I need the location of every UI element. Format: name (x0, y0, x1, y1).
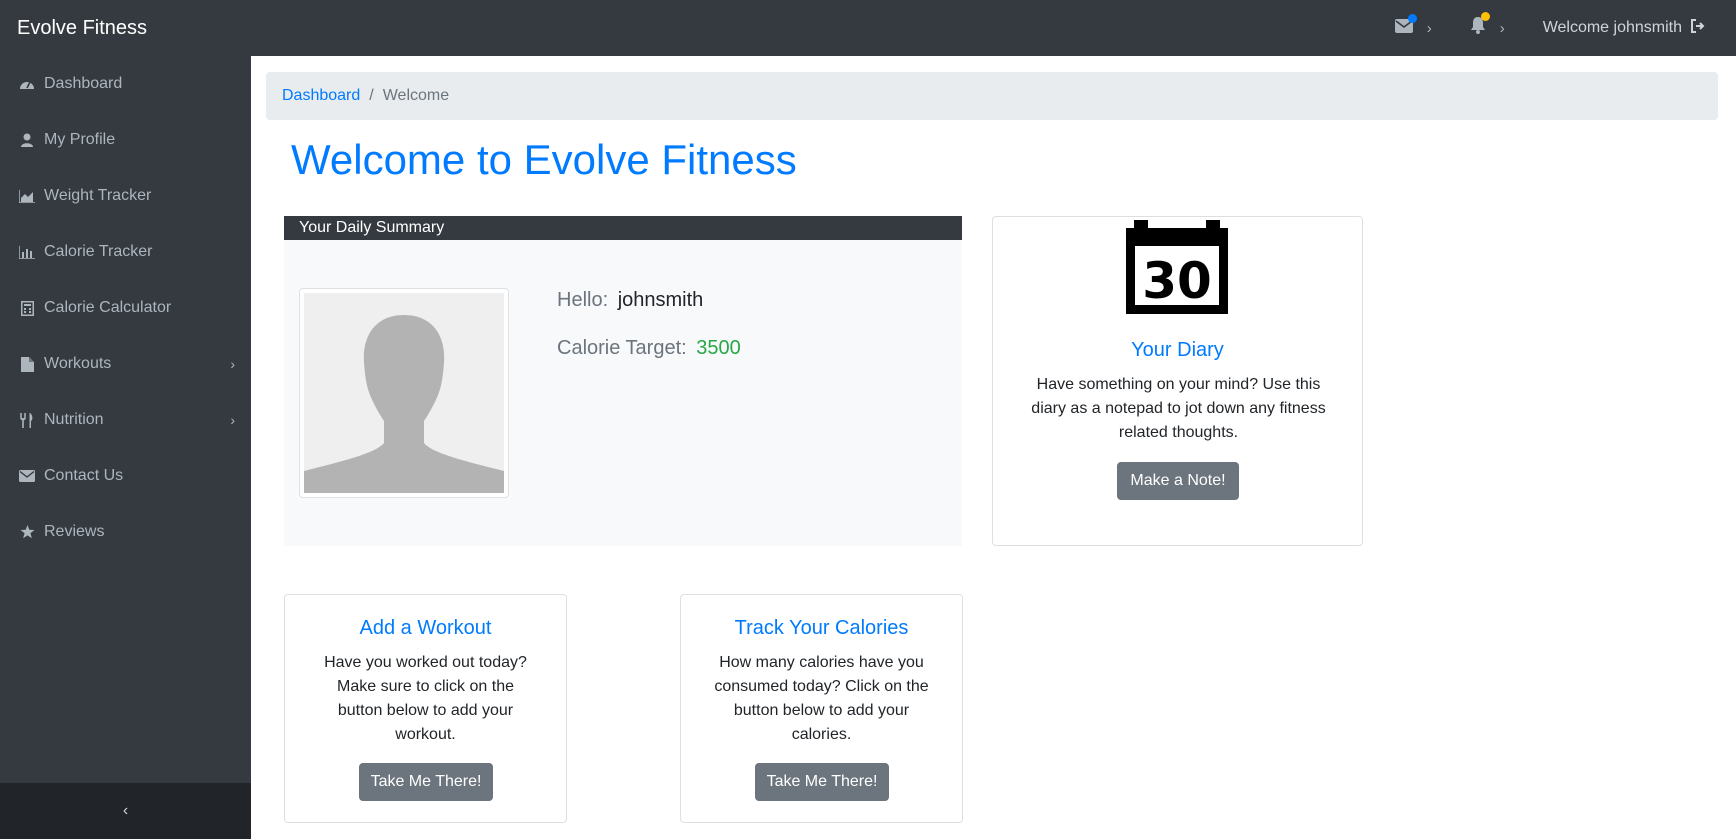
user-icon (18, 132, 36, 148)
hello-label: Hello: (557, 289, 609, 311)
sign-out-icon (1690, 18, 1706, 38)
track-calories-card: Track Your Calories How many calories ha… (680, 594, 963, 823)
calorie-target-label: Calorie Target: (557, 337, 687, 359)
chevron-right-icon: › (230, 412, 235, 428)
avatar-placeholder-image (304, 293, 504, 493)
user-menu[interactable]: Welcome johnsmith (1542, 18, 1706, 38)
dashboard-icon (18, 76, 36, 92)
sidebar-item-dashboard[interactable]: Dashboard (0, 56, 251, 112)
sidebar-item-label: Calorie Calculator (44, 299, 172, 316)
chevron-left-icon: ‹ (122, 802, 129, 819)
sidebar-item-contact-us[interactable]: Contact Us (0, 448, 251, 504)
notifications-badge-dot (1480, 12, 1490, 21)
make-note-button[interactable]: Make a Note! (1117, 462, 1239, 500)
top-navbar: Evolve Fitness › › Welcome johnsmith (0, 0, 1736, 56)
calorie-target-value: 3500 (696, 337, 741, 359)
sidebar-item-label: Dashboard (44, 75, 123, 92)
diary-description: Have something on your mind? Use this di… (1031, 376, 1326, 441)
track-calories-title: Track Your Calories (734, 617, 909, 639)
add-workout-title: Add a Workout (359, 617, 492, 639)
welcome-text: Welcome johnsmith (1542, 19, 1682, 36)
chevron-right-icon: › (1499, 19, 1505, 37)
sidebar-item-label: Workouts (44, 355, 112, 372)
navbar-right: › › Welcome johnsmith (1394, 0, 1706, 56)
area-chart-icon (18, 188, 36, 204)
sidebar-item-label: Nutrition (44, 411, 104, 428)
messages-menu[interactable]: › (1394, 13, 1432, 38)
sidebar-item-nutrition[interactable]: Nutrition › (0, 392, 251, 448)
sidebar-item-weight-tracker[interactable]: Weight Tracker (0, 168, 251, 224)
breadcrumb-dashboard-link[interactable]: Dashboard (282, 87, 360, 105)
breadcrumb: Dashboard / Welcome (266, 72, 1718, 120)
file-icon (18, 356, 36, 372)
calorie-target-line: Calorie Target: 3500 (557, 337, 741, 360)
daily-summary-panel: Your Daily Summary Hello: johnsmith Calo… (284, 216, 962, 546)
avatar (299, 288, 509, 498)
track-calories-take-me-there-button[interactable]: Take Me There! (755, 763, 889, 801)
track-calories-description: How many calories have you consumed toda… (714, 654, 929, 743)
cutlery-icon (18, 412, 36, 428)
sidebar-item-label: Weight Tracker (44, 187, 152, 204)
calendar-day-number: 30 (1142, 252, 1212, 310)
page-title: Welcome to Evolve Fitness (291, 136, 797, 183)
notifications-menu[interactable]: › (1470, 12, 1505, 39)
brand-title[interactable]: Evolve Fitness (17, 0, 147, 56)
add-workout-card: Add a Workout Have you worked out today?… (284, 594, 567, 823)
sidebar-item-reviews[interactable]: Reviews (0, 504, 251, 560)
diary-title: Your Diary (1131, 339, 1224, 361)
sidebar-item-label: My Profile (44, 131, 116, 148)
sidebar-item-calorie-tracker[interactable]: Calorie Tracker (0, 224, 251, 280)
daily-summary-header: Your Daily Summary (284, 216, 962, 240)
add-workout-description: Have you worked out today? Make sure to … (324, 654, 527, 743)
chevron-right-icon: › (230, 356, 235, 372)
sidebar-item-label: Contact Us (44, 467, 124, 484)
star-icon (18, 524, 36, 540)
sidebar-item-label: Calorie Tracker (44, 243, 153, 260)
calculator-icon (18, 300, 36, 316)
sidebar-item-workouts[interactable]: Workouts › (0, 336, 251, 392)
calendar-icon: 30 (1126, 220, 1228, 314)
breadcrumb-current: Welcome (382, 87, 450, 104)
hello-username: johnsmith (617, 289, 704, 311)
hello-line: Hello: johnsmith (557, 289, 703, 312)
sidebar-item-label: Reviews (44, 523, 105, 540)
sidebar-item-calorie-calculator[interactable]: Calorie Calculator (0, 280, 251, 336)
breadcrumb-separator: / (369, 87, 374, 104)
bar-chart-icon (18, 244, 36, 260)
messages-badge-dot (1407, 13, 1417, 23)
sidebar-item-my-profile[interactable]: My Profile (0, 112, 251, 168)
sidebar: Dashboard My Profile Weight Tracker Calo… (0, 56, 251, 839)
sidebar-toggle-button[interactable]: ‹ (0, 783, 251, 839)
chevron-right-icon: › (1426, 19, 1432, 37)
add-workout-take-me-there-button[interactable]: Take Me There! (359, 763, 493, 801)
envelope-icon (18, 468, 36, 484)
diary-card: 30 Your Diary Have something on your min… (992, 216, 1363, 546)
